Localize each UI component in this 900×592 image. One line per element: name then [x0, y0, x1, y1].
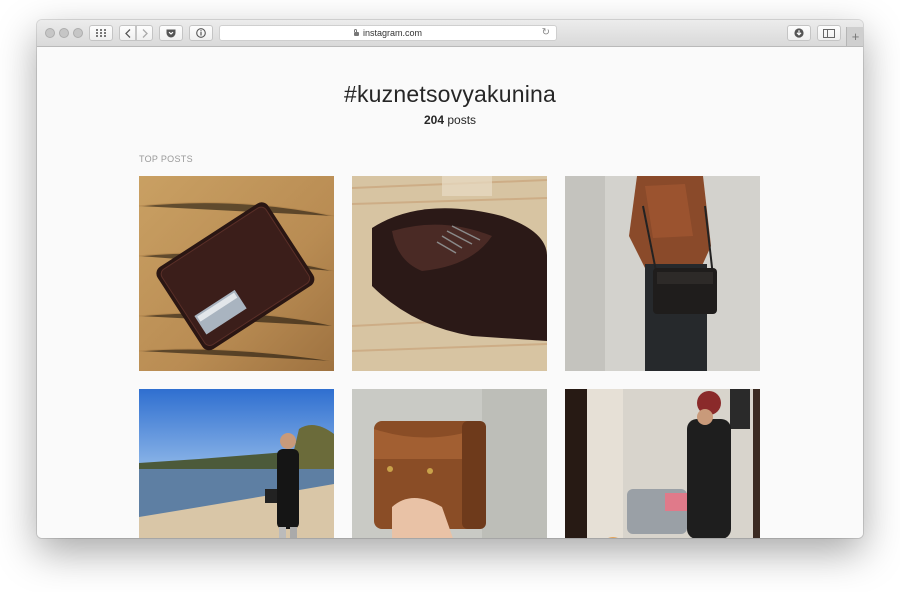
traffic-light-zoom-icon[interactable] [73, 28, 83, 38]
address-bar[interactable]: instagram.com ↻ [219, 25, 557, 41]
page-content: #kuznetsovyakunina 204 posts TOP POSTS [37, 47, 863, 538]
pocket-icon[interactable] [159, 25, 183, 41]
post-mirror-selfie[interactable] [565, 389, 760, 538]
traffic-light-minimize-icon[interactable] [59, 28, 69, 38]
post-count-label: posts [447, 113, 477, 127]
browser-toolbar: instagram.com ↻ + [37, 20, 863, 47]
page-title: #kuznetsovyakunina [343, 81, 556, 107]
new-tab-icon[interactable]: + [846, 27, 863, 46]
info-icon[interactable] [189, 25, 213, 41]
post-wallet[interactable] [139, 176, 334, 371]
browser-window: instagram.com ↻ + #kuznetsovyakunina 204… [37, 20, 863, 538]
lake-portrait-photo [139, 389, 334, 538]
post-count-number: 204 [423, 113, 444, 127]
grid-icon[interactable] [89, 25, 113, 41]
wallet-photo [139, 176, 334, 371]
post-shoulder-bag[interactable] [565, 176, 760, 371]
reload-icon[interactable]: ↻ [542, 27, 550, 38]
download-icon[interactable] [787, 25, 811, 41]
clutch-photo [352, 389, 547, 538]
url-text: instagram.com [362, 28, 423, 38]
mirror-selfie-photo [565, 389, 760, 538]
post-count: 204 posts [37, 113, 863, 127]
shoulder-bag-photo [565, 176, 760, 371]
shoe-photo [352, 176, 547, 371]
post-shoe[interactable] [352, 176, 547, 371]
forward-arrow-icon[interactable] [136, 25, 153, 41]
top-posts-heading: TOP POSTS [139, 154, 193, 164]
traffic-light-close-icon[interactable] [45, 28, 55, 38]
sidebar-icon[interactable] [817, 25, 841, 41]
back-arrow-icon[interactable] [119, 25, 136, 41]
lock-icon [353, 29, 359, 36]
post-clutch[interactable] [352, 389, 547, 538]
post-lake-portrait[interactable] [139, 389, 334, 538]
